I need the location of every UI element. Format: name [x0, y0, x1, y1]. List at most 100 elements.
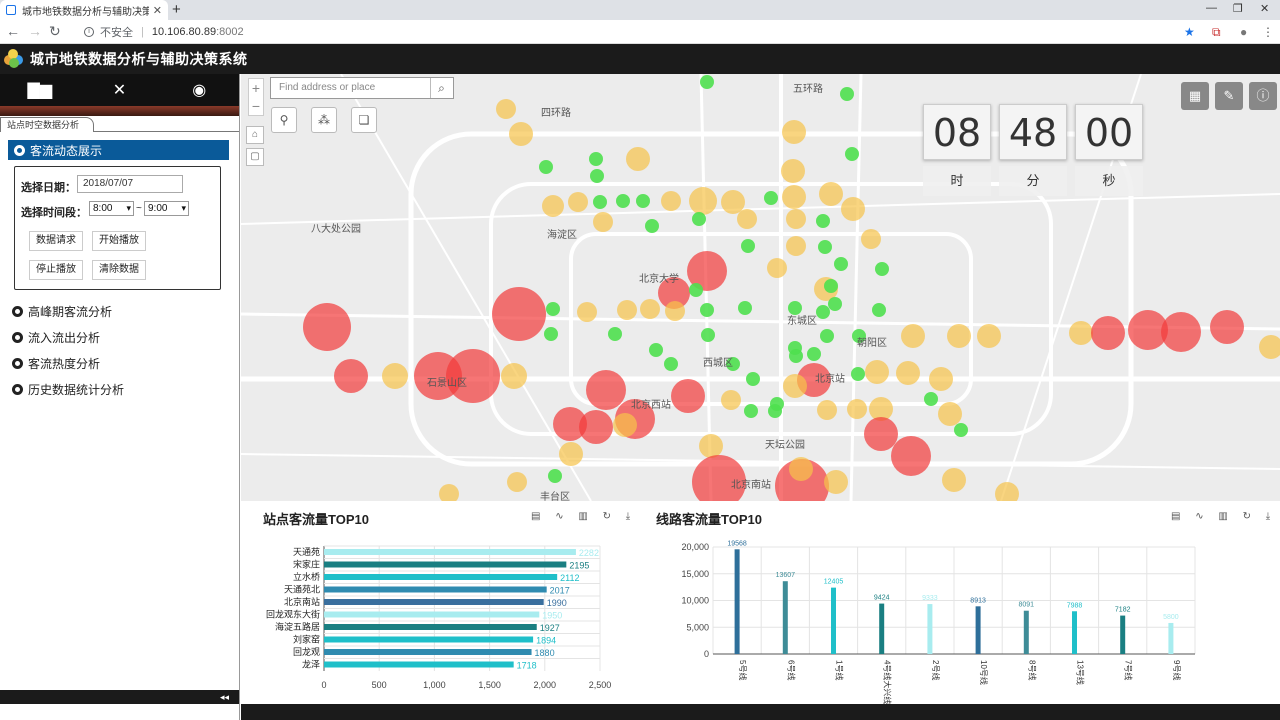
line-bar[interactable] — [1168, 622, 1174, 654]
station-bubble[interactable] — [828, 297, 842, 311]
station-bubble[interactable] — [1161, 312, 1201, 352]
station-bubble[interactable] — [824, 470, 848, 494]
collapse-sidebar-button[interactable]: ◂◂ — [0, 690, 239, 704]
station-bubble[interactable] — [834, 257, 848, 271]
back-icon[interactable]: ← — [6, 23, 20, 39]
station-bubble[interactable] — [924, 392, 938, 406]
station-bubble[interactable] — [840, 87, 854, 101]
station-bar[interactable] — [324, 611, 540, 618]
close-tab-icon[interactable]: ✕ — [153, 4, 162, 17]
date-input[interactable]: 2018/07/07 — [77, 175, 183, 193]
line-bar[interactable] — [831, 587, 836, 654]
zoom-in-button[interactable]: + — [249, 79, 263, 97]
line-bar[interactable] — [1023, 610, 1029, 654]
line-bar[interactable] — [975, 606, 981, 654]
station-bubble[interactable] — [492, 287, 546, 341]
station-bubble[interactable] — [544, 327, 558, 341]
request-data-button[interactable]: 数据请求 — [29, 231, 83, 251]
station-bubble[interactable] — [737, 209, 757, 229]
maximize-icon[interactable]: ❐ — [1233, 2, 1243, 15]
line-bar[interactable] — [734, 549, 740, 654]
station-bar[interactable] — [324, 649, 532, 655]
forward-icon[interactable]: → — [28, 23, 42, 39]
station-bubble[interactable] — [645, 219, 659, 233]
station-bubble[interactable] — [841, 197, 865, 221]
station-bubble[interactable] — [929, 367, 953, 391]
station-bubble[interactable] — [817, 400, 837, 420]
layers-grid-button[interactable]: ▦ — [1181, 82, 1209, 110]
extension-icon[interactable]: ⧉ — [1212, 25, 1221, 40]
station-bubble[interactable] — [820, 329, 834, 343]
map-view[interactable]: 海淀区 东城区 西城区 朝阳区 石景山区 丰台区 北京站 北京南站 天坛公园 北… — [241, 74, 1280, 501]
station-bubble[interactable] — [864, 417, 898, 451]
station-bubble[interactable] — [942, 468, 966, 492]
station-bubble[interactable] — [872, 303, 886, 317]
station-bubble[interactable] — [548, 469, 562, 483]
station-bubble[interactable] — [617, 300, 637, 320]
menu-item-heat-analysis[interactable]: 客流热度分析 — [0, 350, 239, 376]
station-bubble[interactable] — [744, 404, 758, 418]
line-bar[interactable] — [927, 604, 933, 654]
start-play-button[interactable]: 开始播放 — [92, 231, 146, 251]
station-bubble[interactable] — [901, 324, 925, 348]
station-bubble[interactable] — [501, 363, 527, 389]
profile-icon[interactable]: ● — [1240, 25, 1247, 39]
station-bubble[interactable] — [382, 363, 408, 389]
station-bubble[interactable] — [553, 407, 587, 441]
station-bubble[interactable] — [699, 434, 723, 458]
station-bubble[interactable] — [303, 303, 351, 351]
station-bubble[interactable] — [664, 357, 678, 371]
station-bubble[interactable] — [616, 194, 630, 208]
station-bubble[interactable] — [701, 328, 715, 342]
cluster-tool-button[interactable]: ⁂ — [311, 107, 337, 133]
station-bubble[interactable] — [789, 349, 803, 363]
station-bar[interactable] — [324, 599, 544, 605]
station-bubble[interactable] — [818, 240, 832, 254]
menu-item-peak-analysis[interactable]: 高峰期客流分析 — [0, 298, 239, 324]
station-bubble[interactable] — [824, 279, 838, 293]
stop-play-button[interactable]: 停止播放 — [29, 260, 83, 280]
station-bubble[interactable] — [661, 191, 681, 211]
station-bubble[interactable] — [816, 305, 830, 319]
station-bubble[interactable] — [977, 324, 1001, 348]
station-bubble[interactable] — [896, 361, 920, 385]
station-bubble[interactable] — [782, 185, 806, 209]
station-bubble[interactable] — [542, 195, 564, 217]
minimize-icon[interactable]: — — [1206, 2, 1217, 14]
window-close-icon[interactable]: ✕ — [1260, 2, 1269, 15]
station-bubble[interactable] — [671, 379, 705, 413]
station-bubble[interactable] — [590, 169, 604, 183]
station-bubble[interactable] — [875, 262, 889, 276]
station-bubble[interactable] — [539, 160, 553, 174]
clear-data-button[interactable]: 清除数据 — [92, 260, 146, 280]
station-bar[interactable] — [324, 561, 567, 568]
station-bubble[interactable] — [1091, 316, 1125, 350]
station-bubble[interactable] — [689, 283, 703, 297]
station-bubble[interactable] — [546, 302, 560, 316]
station-bubble[interactable] — [954, 423, 968, 437]
station-bubble[interactable] — [938, 402, 962, 426]
station-bubble[interactable] — [995, 482, 1019, 501]
bar-chart-icon[interactable]: ▇▆ — [0, 74, 80, 106]
menu-item-inout-analysis[interactable]: 流入流出分析 — [0, 324, 239, 350]
station-bubble[interactable] — [700, 303, 714, 317]
line-bar[interactable] — [782, 581, 788, 654]
home-button[interactable]: ⌂ — [246, 126, 264, 144]
station-bubble[interactable] — [626, 147, 650, 171]
line-bar[interactable] — [879, 603, 885, 654]
station-bubble[interactable] — [649, 343, 663, 357]
station-bubble[interactable] — [640, 299, 660, 319]
station-bubble[interactable] — [741, 239, 755, 253]
station-bubble[interactable] — [738, 301, 752, 315]
line-bar[interactable] — [1120, 615, 1126, 654]
station-bubble[interactable] — [816, 214, 830, 228]
station-bubble[interactable] — [746, 372, 760, 386]
menu-item-flow-display[interactable]: 客流动态展示 — [8, 140, 229, 160]
station-bubble[interactable] — [509, 122, 533, 146]
station-bubble[interactable] — [496, 99, 516, 119]
station-bubble[interactable] — [891, 436, 931, 476]
line-bar[interactable] — [1072, 611, 1077, 654]
station-bubble[interactable] — [851, 367, 865, 381]
station-bubble[interactable] — [845, 147, 859, 161]
time-start-select[interactable]: 8:00 — [89, 201, 134, 216]
